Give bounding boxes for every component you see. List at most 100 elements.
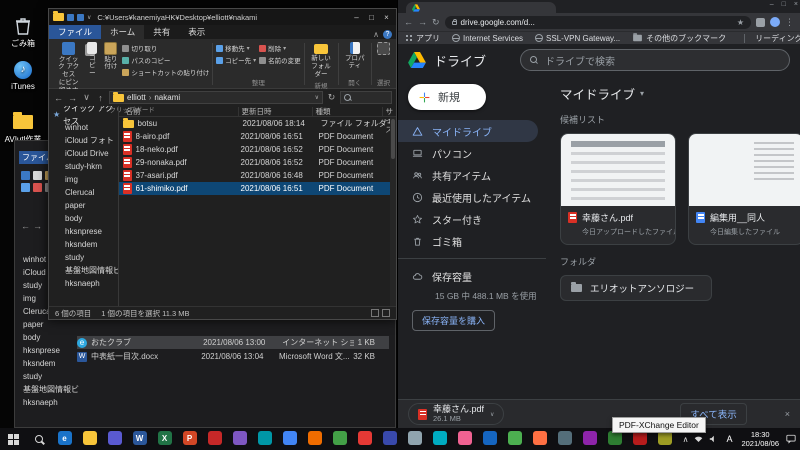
tree-item[interactable]: study bbox=[49, 251, 118, 264]
tab-file[interactable]: ファイル bbox=[49, 25, 102, 39]
desktop-icon-recycle-bin[interactable]: ごみ箱 bbox=[0, 16, 46, 49]
breadcrumb[interactable]: elliott › nakami ∨ bbox=[109, 91, 323, 104]
new-button[interactable]: 新規 bbox=[408, 84, 486, 110]
back-button[interactable]: ← bbox=[404, 17, 413, 27]
file-row[interactable]: 37-asari.pdf 2021/08/06 16:48 PDF Docume… bbox=[119, 169, 397, 182]
file-row[interactable]: botsu 2021/08/06 18:14 ファイル フォルダー bbox=[119, 117, 397, 130]
quick-access-header[interactable]: ★ クイック アクセス bbox=[49, 106, 118, 126]
taskbar-app-excel[interactable]: X bbox=[152, 428, 177, 450]
taskbar-app-explorer[interactable] bbox=[77, 428, 102, 450]
refresh-button[interactable]: ↻ bbox=[432, 17, 440, 28]
address-omnibox[interactable]: drive.google.com/d... ★ bbox=[444, 15, 751, 29]
thumbnail-view-icon[interactable] bbox=[382, 309, 390, 317]
taskbar-app-pdf-xchange[interactable] bbox=[502, 428, 527, 450]
tree-item[interactable]: Clerucal bbox=[49, 186, 118, 199]
forward-button[interactable]: → bbox=[418, 17, 427, 27]
hidden-icons-chevron[interactable]: ∧ bbox=[683, 435, 689, 444]
delete-icon[interactable] bbox=[33, 183, 42, 192]
breadcrumb-root[interactable]: elliott bbox=[127, 93, 146, 102]
profile-avatar[interactable] bbox=[770, 17, 780, 27]
file-card[interactable]: 幸藤さん.pdf 今日アップロードしたファイル bbox=[560, 133, 676, 245]
delete-button[interactable]: 削除 ▾ bbox=[259, 43, 301, 53]
taskbar-app-app-cyan[interactable] bbox=[427, 428, 452, 450]
menu-kebab-icon[interactable]: ⋮ bbox=[785, 17, 794, 28]
bookmark-item[interactable]: SSL-VPN Gateway... bbox=[535, 34, 620, 43]
page-title[interactable]: マイドライブ ▾ bbox=[560, 84, 788, 103]
bookmark-apps[interactable]: アプリ bbox=[406, 33, 440, 44]
taskbar-app-app-green[interactable] bbox=[327, 428, 352, 450]
bookmark-item[interactable]: Internet Services bbox=[452, 34, 523, 43]
close-button[interactable]: × bbox=[379, 13, 394, 22]
search-input[interactable] bbox=[340, 91, 392, 104]
tree-item[interactable]: paper bbox=[49, 199, 118, 212]
tree-item[interactable]: hksnaeph bbox=[23, 396, 113, 409]
maximize-button[interactable]: □ bbox=[364, 13, 379, 22]
other-bookmarks[interactable]: その他のブックマーク bbox=[632, 33, 726, 44]
tree-item[interactable]: img bbox=[49, 173, 118, 186]
bookmark-star-icon[interactable]: ★ bbox=[737, 18, 744, 27]
file-row[interactable]: 8-airo.pdf 2021/08/06 16:51 PDF Document bbox=[119, 130, 397, 143]
taskbar-app-app-orange[interactable] bbox=[302, 428, 327, 450]
copy-icon[interactable] bbox=[33, 171, 42, 180]
tree-item[interactable]: body bbox=[49, 212, 118, 225]
refresh-button[interactable]: ↻ bbox=[326, 92, 337, 103]
close-shelf-icon[interactable]: × bbox=[785, 409, 790, 419]
sidebar-item-shared[interactable]: 共有アイテム bbox=[398, 164, 538, 186]
tree-item[interactable]: iCloud Drive bbox=[49, 147, 118, 160]
taskbar-app-app-red[interactable] bbox=[202, 428, 227, 450]
tree-item[interactable]: 基盤地図情報ビ bbox=[23, 383, 113, 396]
start-button[interactable] bbox=[0, 428, 26, 450]
properties-button[interactable]: プロパティ bbox=[341, 41, 368, 76]
file-row[interactable]: 18-neko.pdf 2021/08/06 16:52 PDF Documen… bbox=[119, 143, 397, 156]
back-button[interactable]: ← bbox=[53, 93, 64, 103]
qat-icon[interactable] bbox=[67, 13, 74, 21]
close-button[interactable]: × bbox=[794, 1, 798, 8]
sidebar-item-computers[interactable]: パソコン bbox=[398, 142, 538, 164]
tree-item[interactable]: study bbox=[23, 370, 113, 383]
column-type[interactable]: 種類 bbox=[313, 106, 383, 116]
collapse-rib-icon[interactable]: ∧ bbox=[373, 30, 379, 39]
copy-to-button[interactable]: コピー先 ▾ bbox=[216, 55, 256, 65]
taskbar-app-app-scarlet[interactable] bbox=[352, 428, 377, 450]
taskbar-app-chrome[interactable] bbox=[277, 428, 302, 450]
taskbar-app-app-amber[interactable] bbox=[527, 428, 552, 450]
taskbar-app-app-blue[interactable] bbox=[477, 428, 502, 450]
taskbar-app-edge[interactable]: e bbox=[52, 428, 77, 450]
action-center-icon[interactable] bbox=[785, 434, 797, 444]
tab-share[interactable]: 共有 bbox=[144, 25, 179, 39]
chevron-down-icon[interactable]: ∨ bbox=[490, 411, 494, 418]
extensions-icon[interactable] bbox=[756, 17, 765, 27]
breadcrumb-current[interactable]: nakami bbox=[154, 93, 180, 102]
move-to-button[interactable]: 移動先 ▾ bbox=[216, 43, 256, 53]
qat-icon[interactable] bbox=[77, 13, 84, 21]
taskbar-app-app-gray[interactable] bbox=[402, 428, 427, 450]
chevron-down-icon[interactable]: ∨ bbox=[87, 14, 91, 21]
folder-tile[interactable]: エリオットアンソロジー bbox=[560, 275, 712, 301]
nav-arrows[interactable]: ←→ bbox=[21, 221, 45, 231]
forward-button[interactable]: → bbox=[67, 93, 78, 103]
tab-view[interactable]: 表示 bbox=[179, 25, 214, 39]
up-button[interactable]: ↑ bbox=[95, 93, 106, 103]
column-date[interactable]: 更新日時 bbox=[239, 106, 313, 116]
taskbar-clock[interactable]: 18:30 2021/08/06 bbox=[741, 430, 779, 449]
new-folder-button[interactable]: 新しい フォルダー bbox=[307, 41, 334, 79]
help-icon[interactable]: ? bbox=[383, 30, 392, 39]
taskbar-app-powerpoint[interactable]: P bbox=[177, 428, 202, 450]
minimize-button[interactable]: – bbox=[770, 1, 774, 8]
tree-item[interactable]: hksndem bbox=[49, 238, 118, 251]
paste-shortcut-button[interactable]: ショートカットの貼り付け bbox=[122, 67, 209, 77]
buy-storage-button[interactable]: 保存容量を購入 bbox=[412, 310, 496, 331]
taskbar-app-app-teal[interactable] bbox=[252, 428, 277, 450]
column-name[interactable]: 名前 bbox=[123, 106, 239, 116]
taskbar-app-app-purple[interactable] bbox=[227, 428, 252, 450]
file-row[interactable]: e おたクラブ 2021/08/06 13:00 インターネット ショート...… bbox=[77, 336, 389, 349]
maximize-button[interactable]: □ bbox=[782, 1, 786, 8]
ime-indicator[interactable]: A bbox=[723, 434, 735, 444]
pin-icon[interactable] bbox=[21, 171, 30, 180]
tree-item[interactable]: iCloud フォト bbox=[49, 134, 118, 147]
taskbar-app-app-navy[interactable] bbox=[377, 428, 402, 450]
tab-home[interactable]: ホーム bbox=[101, 25, 145, 39]
taskbar-app-app-slate[interactable] bbox=[552, 428, 577, 450]
copy-path-button[interactable]: パスのコピー bbox=[122, 55, 209, 65]
taskbar-app-word[interactable]: W bbox=[127, 428, 152, 450]
